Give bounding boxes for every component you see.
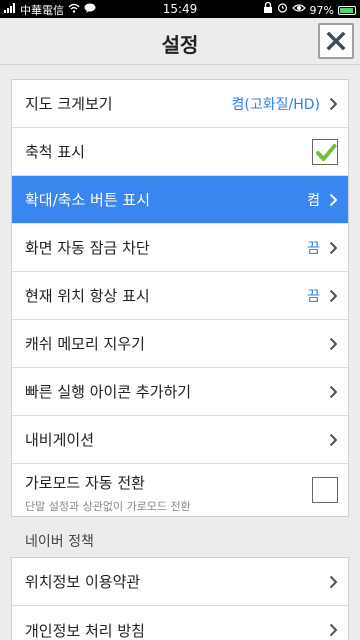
setting-value: 켬(고화질/HD) xyxy=(231,96,320,113)
setting-zoom-buttons[interactable]: 확대/축소 버튼 표시 켬 xyxy=(12,176,348,224)
setting-label: 지도 크게보기 xyxy=(25,95,113,113)
setting-label: 가로모드 자동 전환 xyxy=(25,474,145,492)
setting-label: 캐쉬 메모리 지우기 xyxy=(25,335,145,353)
settings-group: 지도 크게보기 켬(고화질/HD) 축척 표시 확대/축소 버튼 표시 켬 화면… xyxy=(11,79,349,517)
status-bar: 中華電信 15:49 97% xyxy=(0,0,360,18)
scale-display-checkbox[interactable] xyxy=(312,139,338,165)
chevron-right-icon xyxy=(329,241,338,255)
close-button[interactable] xyxy=(318,23,354,59)
policy-label: 개인정보 처리 방침 xyxy=(25,621,145,640)
chevron-right-icon xyxy=(329,385,338,399)
eye-icon xyxy=(291,3,306,18)
setting-navigation[interactable]: 내비게이션 xyxy=(12,416,348,464)
policy-group: 위치정보 이용약관 개인정보 처리 방침 xyxy=(11,557,349,640)
setting-add-shortcut-icon[interactable]: 빠른 실행 아이콘 추가하기 xyxy=(12,368,348,416)
setting-always-show-location[interactable]: 현재 위치 항상 표시 끔 xyxy=(12,272,348,320)
policy-privacy[interactable]: 개인정보 처리 방침 xyxy=(12,606,348,640)
chevron-right-icon xyxy=(329,337,338,351)
chevron-right-icon xyxy=(329,97,338,111)
chevron-right-icon xyxy=(329,433,338,447)
setting-map-large-view[interactable]: 지도 크게보기 켬(고화질/HD) xyxy=(12,80,348,128)
battery-icon xyxy=(338,5,356,15)
setting-sublabel: 단말 설정과 상관없이 가로모드 전환 xyxy=(25,500,191,513)
setting-value: 끔 xyxy=(307,288,320,305)
close-icon xyxy=(326,31,346,51)
alarm-icon xyxy=(277,2,288,18)
setting-label: 확대/축소 버튼 표시 xyxy=(25,191,150,209)
page-title: 설정 xyxy=(161,33,199,57)
setting-clear-cache[interactable]: 캐쉬 메모리 지우기 xyxy=(12,320,348,368)
setting-label: 축척 표시 xyxy=(25,143,85,161)
setting-auto-lock-block[interactable]: 화면 자동 잠금 차단 끔 xyxy=(12,224,348,272)
lock-icon xyxy=(263,1,273,18)
checkmark-icon xyxy=(316,144,337,161)
chevron-right-icon xyxy=(329,575,338,589)
setting-label: 내비게이션 xyxy=(25,431,95,449)
setting-value: 끔 xyxy=(307,240,320,257)
setting-label: 현재 위치 항상 표시 xyxy=(25,287,150,305)
setting-auto-landscape[interactable]: 가로모드 자동 전환 단말 설정과 상관없이 가로모드 전환 xyxy=(12,464,348,516)
battery-percent: 97% xyxy=(309,3,334,17)
chevron-right-icon xyxy=(329,289,338,303)
setting-label: 빠른 실행 아이콘 추가하기 xyxy=(25,383,192,401)
policy-location-terms[interactable]: 위치정보 이용약관 xyxy=(12,558,348,606)
setting-value: 켬 xyxy=(307,192,320,209)
policy-label: 위치정보 이용약관 xyxy=(25,573,141,591)
header-bar: 설정 xyxy=(0,18,360,65)
chevron-right-icon xyxy=(329,193,338,207)
auto-landscape-checkbox[interactable] xyxy=(312,477,338,503)
setting-label: 화면 자동 잠금 차단 xyxy=(25,239,150,257)
section-title: 네이버 정책 xyxy=(25,534,94,550)
setting-scale-display[interactable]: 축척 표시 xyxy=(12,128,348,176)
chevron-right-icon xyxy=(329,623,338,637)
